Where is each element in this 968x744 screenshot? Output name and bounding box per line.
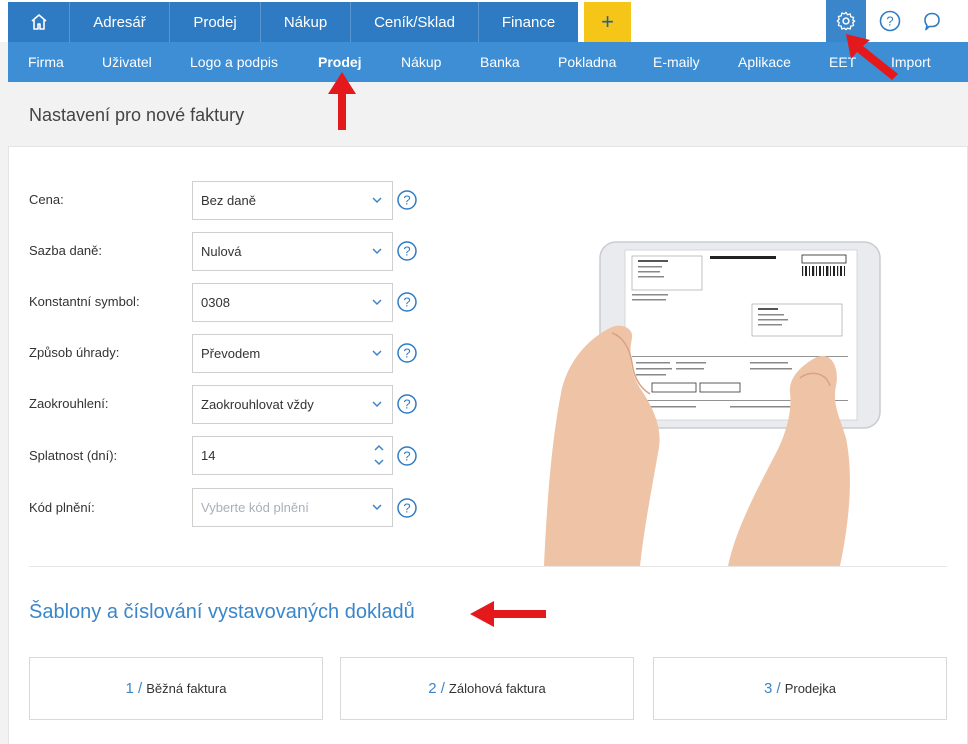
cena-label: Cena:: [29, 192, 64, 207]
page-title: Nastavení pro nové faktury: [29, 105, 245, 125]
nav-prodej[interactable]: Prodej: [170, 2, 261, 42]
kod-plneni-placeholder: Vyberte kód plnění: [201, 500, 309, 515]
section-divider: [29, 566, 947, 567]
zaokrouhleni-help-icon[interactable]: ?: [397, 394, 417, 414]
subnav-banka[interactable]: Banka: [480, 42, 520, 82]
sazba-value: Nulová: [201, 244, 242, 259]
zaokrouhleni-select[interactable]: Zaokrouhlovat vždy: [192, 385, 393, 424]
sazba-help-icon[interactable]: ?: [397, 241, 417, 261]
template-label: Zálohová faktura: [448, 681, 546, 696]
red-arrow-up-icon: [328, 72, 356, 130]
template-card-zalohova-faktura[interactable]: 2 / Zálohová faktura: [340, 657, 634, 720]
svg-text:?: ?: [403, 346, 410, 361]
kod-plneni-label: Kód plnění:: [29, 500, 95, 515]
chevron-down-icon: [372, 504, 382, 511]
zaokrouhleni-value: Zaokrouhlovat vždy: [201, 397, 314, 412]
template-card-bezna-faktura[interactable]: 1 / Běžná faktura: [29, 657, 323, 720]
section-title: Šablony a číslování vystavovaných doklad…: [29, 601, 415, 623]
tablet-invoice-illustration: [544, 241, 881, 566]
template-label: Běžná faktura: [146, 681, 227, 696]
template-number: 2 /: [428, 680, 445, 697]
home-button[interactable]: [8, 2, 70, 42]
subnav-nakup[interactable]: Nákup: [401, 42, 441, 82]
konstantni-symbol-value: 0308: [201, 295, 230, 310]
subnav-logo-a-podpis[interactable]: Logo a podpis: [190, 42, 278, 82]
svg-text:?: ?: [403, 244, 410, 259]
chevron-down-icon: [372, 248, 382, 255]
zpusob-uhrady-select[interactable]: Převodem: [192, 334, 393, 373]
svg-text:?: ?: [403, 397, 410, 412]
nav-adresar[interactable]: Adresář: [70, 2, 170, 42]
chat-button[interactable]: [914, 0, 950, 42]
template-card-prodejka[interactable]: 3 / Prodejka: [653, 657, 947, 720]
subnav-e-maily[interactable]: E-maily: [653, 42, 700, 82]
subnav-uzivatel[interactable]: Uživatel: [102, 42, 152, 82]
main-nav: Adresář Prodej Nákup Ceník/Sklad Finance: [8, 2, 578, 42]
splatnost-label: Splatnost (dní):: [29, 448, 118, 463]
zpusob-uhrady-help-icon[interactable]: ?: [397, 343, 417, 363]
chat-bubble-icon: [924, 12, 940, 31]
subnav-firma[interactable]: Firma: [28, 42, 64, 82]
svg-text:?: ?: [403, 501, 410, 516]
template-number: 1 /: [125, 680, 143, 697]
nav-cenik-sklad[interactable]: Ceník/Sklad: [351, 2, 479, 42]
svg-text:?: ?: [403, 295, 410, 310]
red-arrow-left-icon: [470, 601, 546, 627]
add-button[interactable]: +: [584, 2, 631, 42]
cena-select[interactable]: Bez daně: [192, 181, 393, 220]
kod-plneni-help-icon[interactable]: ?: [397, 498, 417, 518]
konstantni-symbol-select[interactable]: 0308: [192, 283, 393, 322]
chevron-down-icon: [372, 197, 382, 204]
nav-finance[interactable]: Finance: [479, 2, 578, 42]
chevron-down-icon: [372, 350, 382, 357]
konstantni-symbol-label: Konstantní symbol:: [29, 294, 140, 309]
cena-help-icon[interactable]: ?: [397, 190, 417, 210]
nav-nakup[interactable]: Nákup: [261, 2, 351, 42]
splatnost-input[interactable]: 14: [192, 436, 393, 475]
zaokrouhleni-label: Zaokrouhlení:: [29, 396, 109, 411]
subnav-aplikace[interactable]: Aplikace: [738, 42, 791, 82]
sazba-select[interactable]: Nulová: [192, 232, 393, 271]
red-arrow-diagonal-icon: [846, 34, 898, 80]
chevron-down-icon: [372, 401, 382, 408]
chevron-down-icon: [372, 299, 382, 306]
cena-value: Bez daně: [201, 193, 256, 208]
template-label: Prodejka: [784, 681, 836, 696]
subnav-pokladna[interactable]: Pokladna: [558, 42, 616, 82]
svg-text:?: ?: [403, 449, 410, 464]
template-number: 3 /: [764, 680, 781, 697]
konstantni-symbol-help-icon[interactable]: ?: [397, 292, 417, 312]
sazba-label: Sazba daně:: [29, 243, 103, 258]
splatnost-help-icon[interactable]: ?: [397, 446, 417, 466]
settings-subnav: Firma Uživatel Logo a podpis Prodej Náku…: [8, 42, 968, 82]
top-bar: Adresář Prodej Nákup Ceník/Sklad Finance…: [0, 0, 968, 42]
kod-plneni-select[interactable]: Vyberte kód plnění: [192, 488, 393, 527]
svg-text:?: ?: [886, 14, 893, 29]
stepper-arrows-icon[interactable]: [373, 442, 385, 468]
zpusob-uhrady-label: Způsob úhrady:: [29, 345, 120, 360]
svg-text:?: ?: [403, 193, 410, 208]
zpusob-uhrady-value: Převodem: [201, 346, 261, 361]
home-icon: [30, 14, 47, 30]
splatnost-value: 14: [201, 448, 216, 463]
